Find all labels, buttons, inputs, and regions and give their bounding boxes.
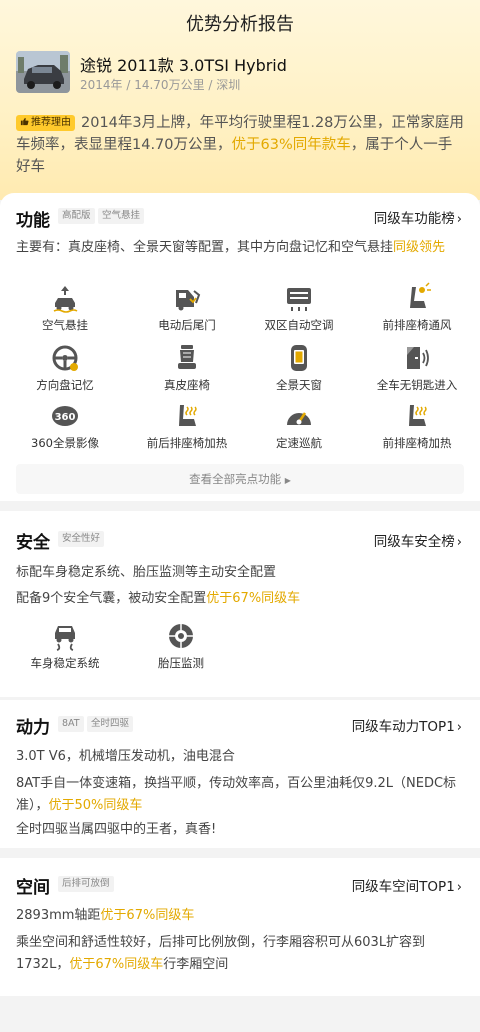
- power-card: 动力 8AT 全时四驱 同级车动力TOP1 › 3.0T V6，机械增压发动机，油…: [0, 700, 480, 848]
- power-rank-link[interactable]: 同级车动力TOP1 ›: [352, 715, 462, 735]
- car-thumbnail: [16, 51, 70, 93]
- power-chip: 8AT: [58, 716, 84, 732]
- feature-item[interactable]: 前排座椅通风: [362, 282, 472, 333]
- safety-rank-link[interactable]: 同级车安全榜 ›: [374, 530, 462, 550]
- panoramic-roof-icon: [244, 343, 354, 375]
- feature-item[interactable]: 360 360全景影像: [10, 401, 120, 451]
- function-chip: 高配版: [58, 208, 95, 224]
- power-line-2: 8AT手自一体变速箱，换挡平顺，传动效率高，百公里油耗仅9.2L（NEDC标准）…: [16, 776, 457, 813]
- feature-item[interactable]: 胎压监测: [126, 621, 236, 671]
- recommend-reason: 推荐理由 2014年3月上牌，年平均行驶里程1.28万公里，正常家庭用车频率，表显…: [16, 112, 466, 178]
- safety-title: 安全: [16, 533, 50, 553]
- view-all-features-button[interactable]: 查看全部亮点功能 ▶: [16, 464, 464, 494]
- safety-line-1: 标配车身稳定系统、胎压监测等主动安全配置: [16, 565, 277, 580]
- leather-seat-icon: [132, 343, 242, 375]
- steering-memory-icon: [10, 343, 120, 375]
- tire-pressure-icon: [126, 621, 236, 653]
- feature-item[interactable]: 双区自动空调: [244, 283, 354, 333]
- function-chip: 空气悬挂: [98, 208, 145, 224]
- air-suspension-icon: [10, 283, 120, 315]
- power-line-1: 3.0T V6，机械增压发动机，油电混合: [16, 749, 235, 764]
- seat-heating-icon: [132, 401, 242, 433]
- page-title: 优势分析报告: [186, 14, 294, 35]
- dual-zone-ac-icon: [244, 283, 354, 315]
- chevron-right-icon: ›: [456, 720, 462, 735]
- thumbs-up-icon: [20, 117, 29, 126]
- space-line-1: 2893mm轴距优于67%同级车: [16, 908, 195, 923]
- reason-highlight: 优于63%同年款车: [231, 137, 351, 153]
- keyless-entry-icon: [362, 343, 472, 375]
- feature-item[interactable]: 定速巡航: [244, 401, 354, 451]
- function-card: 功能 高配版 空气悬挂 同级车功能榜 › 主要有：真皮座椅、全景天窗等配置，其中方…: [0, 193, 480, 501]
- feature-item[interactable]: 前后排座椅加热: [132, 401, 242, 451]
- feature-item[interactable]: 全车无钥匙进入: [362, 343, 472, 393]
- stability-control-icon: [10, 621, 120, 653]
- function-title: 功能: [16, 211, 50, 231]
- space-chip: 后排可放倒: [58, 876, 114, 892]
- seat-heating-icon: [362, 401, 472, 433]
- space-card: 空间 后排可放倒 同级车空间TOP1 › 2893mm轴距优于67%同级车 乘坐空…: [0, 858, 480, 996]
- feature-item[interactable]: 车身稳定系统: [10, 621, 120, 671]
- car-meta: 2014年 / 14.70万公里 / 深圳: [80, 78, 241, 92]
- function-rank-link[interactable]: 同级车功能榜 ›: [374, 207, 462, 227]
- feature-item[interactable]: 电动后尾门: [132, 283, 242, 333]
- recommend-tag: 推荐理由: [16, 115, 75, 131]
- camera-360-icon: 360: [10, 401, 120, 433]
- feature-item[interactable]: 空气悬挂: [10, 283, 120, 333]
- feature-item[interactable]: 前排座椅加热: [362, 401, 472, 451]
- power-chip: 全时四驱: [87, 716, 134, 732]
- safety-line-2: 配备9个安全气囊，被动安全配置优于67%同级车: [16, 591, 301, 606]
- triangle-right-icon: ▶: [284, 476, 291, 485]
- feature-item[interactable]: 真皮座椅: [132, 343, 242, 393]
- safety-chip: 安全性好: [58, 531, 105, 547]
- space-title: 空间: [16, 878, 50, 898]
- safety-card: 安全 安全性好 同级车安全榜 › 标配车身稳定系统、胎压监测等主动安全配置 配备9…: [0, 511, 480, 697]
- space-rank-link[interactable]: 同级车空间TOP1 ›: [352, 875, 462, 895]
- chevron-right-icon: ›: [456, 212, 462, 227]
- space-line-2: 乘坐空间和舒适性较好，后排可比例放倒，行李厢容积可从603L扩容到1732L，优…: [16, 935, 426, 972]
- power-title: 动力: [16, 718, 50, 738]
- power-tailgate-icon: [132, 283, 242, 315]
- feature-item[interactable]: 方向盘记忆: [10, 343, 120, 393]
- chevron-right-icon: ›: [456, 535, 462, 550]
- svg-text:360: 360: [55, 412, 76, 423]
- cruise-control-icon: [244, 401, 354, 433]
- car-name: 途锐 2011款 3.0TSI Hybrid: [80, 56, 287, 75]
- chevron-right-icon: ›: [456, 880, 462, 895]
- feature-item[interactable]: 全景天窗: [244, 343, 354, 393]
- seat-ventilation-icon: [362, 282, 472, 315]
- power-line-3: 全时四驱当属四驱中的王者，真香!: [16, 822, 217, 837]
- function-desc: 主要有：真皮座椅、全景天窗等配置，其中方向盘记忆和空气悬挂同级领先: [16, 240, 446, 255]
